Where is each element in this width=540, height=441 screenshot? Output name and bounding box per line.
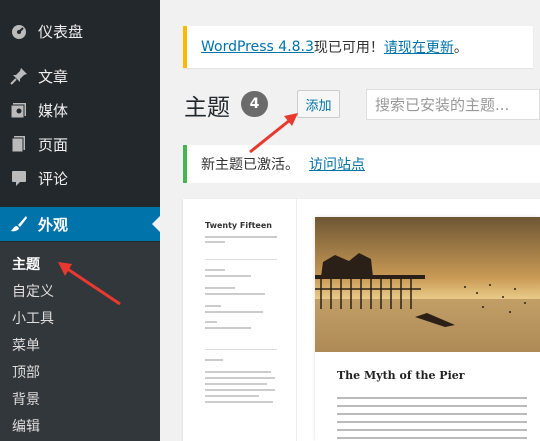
preview-text-line — [205, 389, 275, 391]
menu-item-media[interactable]: 媒体 — [0, 93, 160, 127]
theme-count-badge: 4 — [241, 91, 268, 117]
preview-text-line — [205, 327, 251, 329]
menu-label-posts: 文章 — [38, 67, 69, 86]
preview-divider — [205, 259, 277, 260]
submenu-editor[interactable]: 编辑 — [12, 416, 40, 436]
preview-text-line — [205, 321, 217, 323]
menu-label-dashboard: 仪表盘 — [38, 22, 84, 41]
theme-card[interactable]: Twenty Fifteen The Myth of the Pier — [183, 199, 540, 441]
submenu-themes[interactable]: 主题 — [12, 254, 40, 274]
update-now-link[interactable]: 请现在更新 — [384, 37, 454, 57]
menu-item-pages[interactable]: 页面 — [0, 127, 160, 161]
theme-activated-text: 新主题已激活。 — [201, 157, 299, 173]
menu-item-dashboard[interactable]: 仪表盘 — [0, 14, 160, 48]
media-icon — [10, 101, 28, 119]
preview-text-line — [205, 287, 235, 289]
update-notice-end: 。 — [453, 40, 468, 56]
menu-item-comments[interactable]: 评论 — [0, 161, 160, 195]
submenu-background[interactable]: 背景 — [12, 389, 40, 409]
preview-text-line — [205, 311, 263, 313]
update-notice: WordPress 4.8.3 现已可用！ 请现在更新 。 — [183, 26, 533, 68]
admin-sidebar: 仪表盘 文章 媒体 页面 评论 外观 主题 自定义 小工具 菜单 顶部 背景 编… — [0, 0, 160, 441]
theme-preview-sidebar: Twenty Fifteen — [183, 199, 297, 441]
submenu-header[interactable]: 顶部 — [12, 362, 40, 382]
menu-label-media: 媒体 — [38, 101, 69, 120]
pin-icon — [10, 67, 28, 85]
preview-divider — [205, 349, 277, 350]
preview-text-line — [205, 377, 275, 379]
active-menu-notch — [152, 216, 160, 232]
page-icon — [10, 135, 28, 153]
preview-text-line — [205, 275, 251, 277]
comment-icon — [10, 169, 28, 187]
search-themes-input[interactable] — [366, 89, 540, 120]
add-theme-button[interactable]: 添加 — [297, 90, 340, 118]
theme-preview-site-title: Twenty Fifteen — [205, 221, 272, 230]
preview-text-line — [337, 413, 527, 415]
annotation-arrowhead-add — [284, 113, 298, 126]
preview-text-line — [337, 429, 527, 431]
submenu-customize[interactable]: 自定义 — [12, 281, 54, 301]
preview-text-line — [205, 383, 267, 385]
submenu-menus[interactable]: 菜单 — [12, 335, 40, 355]
preview-text-line — [337, 437, 527, 439]
preview-text-line — [205, 359, 223, 361]
visit-site-link[interactable]: 访问站点 — [309, 154, 365, 174]
appearance-submenu: 主题 自定义 小工具 菜单 顶部 背景 编辑 — [0, 242, 160, 441]
preview-text-line — [205, 269, 225, 271]
paintbrush-icon — [10, 215, 28, 233]
preview-text-line — [205, 401, 273, 403]
menu-label-comments: 评论 — [38, 169, 69, 188]
pier-sunset-image — [315, 217, 540, 352]
preview-text-line — [205, 293, 265, 295]
menu-item-posts[interactable]: 文章 — [0, 59, 160, 93]
preview-text-line — [205, 395, 259, 397]
preview-text-line — [337, 397, 527, 399]
update-available-text: 现已可用！ — [313, 40, 384, 56]
wordpress-version-link[interactable]: WordPress 4.8.3 — [201, 39, 314, 55]
preview-text-line — [205, 236, 277, 238]
preview-text-line — [205, 241, 225, 243]
page-title: 主题 — [184, 95, 230, 121]
menu-label-appearance: 外观 — [38, 215, 69, 234]
submenu-widgets[interactable]: 小工具 — [12, 308, 54, 328]
preview-text-line — [205, 371, 271, 373]
menu-item-appearance[interactable]: 外观 — [0, 207, 160, 241]
dashboard-icon — [10, 22, 28, 40]
theme-preview-post-title: The Myth of the Pier — [337, 369, 465, 382]
menu-label-pages: 页面 — [38, 135, 69, 154]
preview-text-line — [337, 421, 527, 423]
preview-text-line — [205, 305, 221, 307]
preview-text-line — [337, 405, 527, 407]
theme-activated-notice: 新主题已激活。 访问站点 — [183, 145, 540, 183]
theme-preview-content: The Myth of the Pier — [315, 217, 540, 441]
